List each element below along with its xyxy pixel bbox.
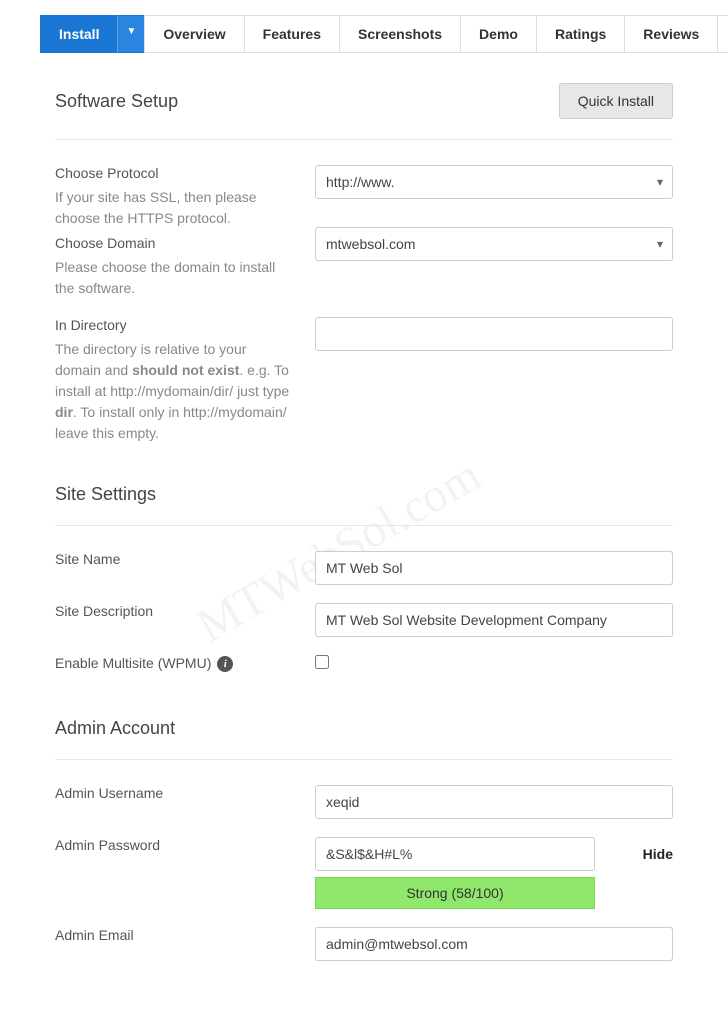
admin-password-input[interactable]: [315, 837, 595, 871]
admin-password-label: Admin Password: [55, 837, 295, 853]
protocol-select[interactable]: http://www.: [315, 165, 673, 199]
tab-reviews[interactable]: Reviews: [624, 15, 717, 53]
section-site-settings-title: Site Settings: [55, 484, 673, 526]
tab-features[interactable]: Features: [244, 15, 339, 53]
admin-username-label: Admin Username: [55, 785, 295, 801]
tab-import[interactable]: Import: [717, 15, 728, 53]
protocol-help: If your site has SSL, then please choose…: [55, 187, 295, 229]
domain-help: Please choose the domain to install the …: [55, 257, 295, 299]
section-admin-account-title: Admin Account: [55, 718, 673, 760]
tab-demo[interactable]: Demo: [460, 15, 536, 53]
directory-help: The directory is relative to your domain…: [55, 339, 295, 444]
tab-overview[interactable]: Overview: [144, 15, 243, 53]
hide-password-link[interactable]: Hide: [643, 846, 673, 862]
site-desc-label: Site Description: [55, 603, 295, 619]
site-desc-input[interactable]: [315, 603, 673, 637]
admin-username-input[interactable]: [315, 785, 673, 819]
tabs-nav: Install ▼ Overview Features Screenshots …: [40, 15, 728, 53]
tab-screenshots[interactable]: Screenshots: [339, 15, 460, 53]
tab-install[interactable]: Install: [40, 15, 117, 53]
directory-input[interactable]: [315, 317, 673, 351]
protocol-label: Choose Protocol: [55, 165, 295, 181]
admin-email-input[interactable]: [315, 927, 673, 961]
section-software-setup-title: Software Setup: [55, 91, 178, 112]
admin-email-label: Admin Email: [55, 927, 295, 943]
site-name-input[interactable]: [315, 551, 673, 585]
quick-install-button[interactable]: Quick Install: [559, 83, 673, 119]
tab-ratings[interactable]: Ratings: [536, 15, 624, 53]
directory-label: In Directory: [55, 317, 295, 333]
password-strength-badge: Strong (58/100): [315, 877, 595, 909]
info-icon[interactable]: i: [217, 656, 233, 672]
multisite-label: Enable Multisite (WPMU) i: [55, 655, 295, 672]
multisite-checkbox[interactable]: [315, 655, 329, 669]
domain-label: Choose Domain: [55, 235, 295, 251]
site-name-label: Site Name: [55, 551, 295, 567]
domain-select[interactable]: mtwebsol.com: [315, 227, 673, 261]
tab-install-dropdown[interactable]: ▼: [117, 15, 144, 53]
